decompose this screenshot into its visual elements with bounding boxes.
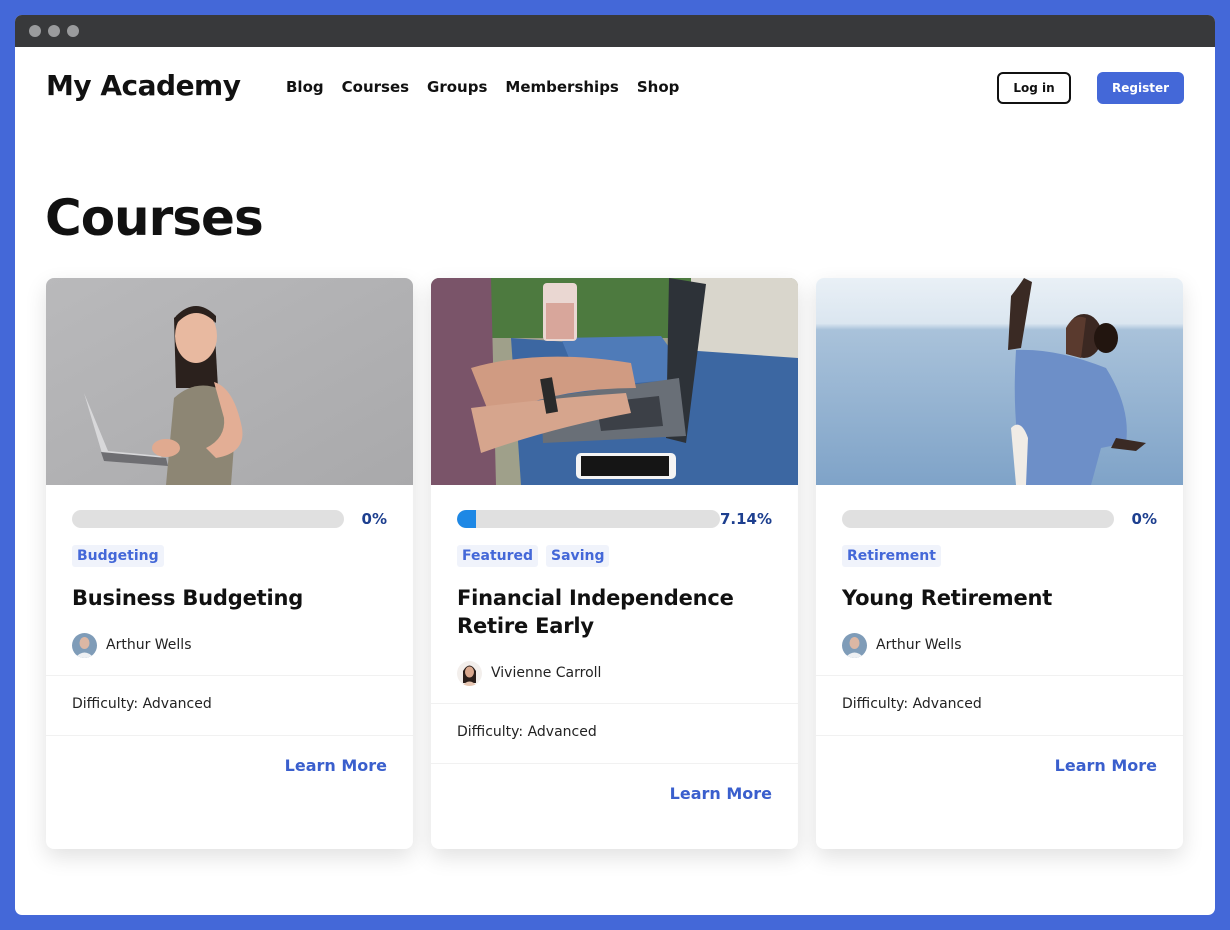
course-tags: Retirement (842, 545, 1157, 567)
nav-link-memberships[interactable]: Memberships (505, 78, 618, 96)
course-progress: 0% (72, 509, 387, 529)
divider (46, 735, 413, 736)
female-avatar-icon (457, 660, 482, 686)
progress-bar (72, 510, 344, 528)
author-name[interactable]: Arthur Wells (876, 637, 961, 653)
course-card: 0% Retirement Young Retirement Arthur We… (816, 278, 1183, 849)
course-progress: 0% (842, 509, 1157, 529)
person-typing-on-laptop-photo (431, 278, 798, 485)
tag-budgeting[interactable]: Budgeting (72, 545, 164, 567)
divider (816, 735, 1183, 736)
nav-link-groups[interactable]: Groups (427, 78, 487, 96)
course-progress: 7.14% (457, 509, 772, 529)
browser-window: My Academy Blog Courses Groups Membershi… (15, 15, 1215, 915)
learn-more-link[interactable]: Learn More (457, 784, 772, 803)
window-maximize-button[interactable] (67, 25, 79, 37)
male-avatar-icon (842, 632, 867, 658)
course-difficulty: Difficulty: Advanced (457, 724, 597, 740)
course-tags: Budgeting (72, 545, 387, 567)
course-image-woman-with-laptop[interactable] (46, 278, 413, 485)
divider (46, 675, 413, 676)
tag-featured[interactable]: Featured (457, 545, 539, 567)
nav-link-blog[interactable]: Blog (286, 78, 324, 96)
course-card: 7.14% Featured Saving Financial Independ… (431, 278, 798, 849)
register-button[interactable]: Register (1097, 72, 1184, 104)
window-titlebar (15, 15, 1215, 47)
course-image-woman-by-sea[interactable] (816, 278, 1183, 485)
author-avatar (457, 660, 482, 686)
author-name[interactable]: Vivienne Carroll (491, 665, 601, 681)
course-difficulty: Difficulty: Advanced (842, 696, 982, 712)
site-header: My Academy Blog Courses Groups Membershi… (15, 47, 1215, 127)
progress-bar (842, 510, 1114, 528)
course-title[interactable]: Young Retirement (842, 584, 1157, 612)
course-grid: 0% Budgeting Business Budgeting Arthur W… (46, 278, 1183, 849)
progress-percent: 0% (361, 510, 387, 528)
course-image-typing-on-laptop[interactable] (431, 278, 798, 485)
learn-more-link[interactable]: Learn More (72, 756, 387, 775)
progress-bar-fill (457, 510, 476, 528)
window-minimize-button[interactable] (48, 25, 60, 37)
author-name[interactable]: Arthur Wells (106, 637, 191, 653)
course-title[interactable]: Financial Independence Retire Early (457, 584, 772, 640)
progress-bar (457, 510, 720, 528)
author-avatar (72, 632, 97, 658)
window-close-button[interactable] (29, 25, 41, 37)
course-tags: Featured Saving (457, 545, 772, 567)
divider (431, 763, 798, 764)
divider (816, 675, 1183, 676)
woman-holding-laptop-photo (46, 278, 413, 485)
author-avatar (842, 632, 867, 658)
course-title[interactable]: Business Budgeting (72, 584, 387, 612)
page-title: Courses (45, 189, 264, 247)
tag-retirement[interactable]: Retirement (842, 545, 941, 567)
woman-by-sea-photo (816, 278, 1183, 485)
nav-link-courses[interactable]: Courses (342, 78, 409, 96)
course-card: 0% Budgeting Business Budgeting Arthur W… (46, 278, 413, 849)
learn-more-link[interactable]: Learn More (842, 756, 1157, 775)
male-avatar-icon (72, 632, 97, 658)
main-nav: Blog Courses Groups Memberships Shop (286, 78, 679, 96)
progress-percent: 0% (1131, 510, 1157, 528)
course-difficulty: Difficulty: Advanced (72, 696, 212, 712)
nav-link-shop[interactable]: Shop (637, 78, 680, 96)
site-logo[interactable]: My Academy (46, 69, 241, 102)
login-button[interactable]: Log in (997, 72, 1071, 104)
course-author: Arthur Wells (72, 632, 387, 658)
course-author: Arthur Wells (842, 632, 1157, 658)
course-author: Vivienne Carroll (457, 660, 772, 686)
divider (431, 703, 798, 704)
progress-percent: 7.14% (719, 510, 772, 528)
tag-saving[interactable]: Saving (546, 545, 610, 567)
